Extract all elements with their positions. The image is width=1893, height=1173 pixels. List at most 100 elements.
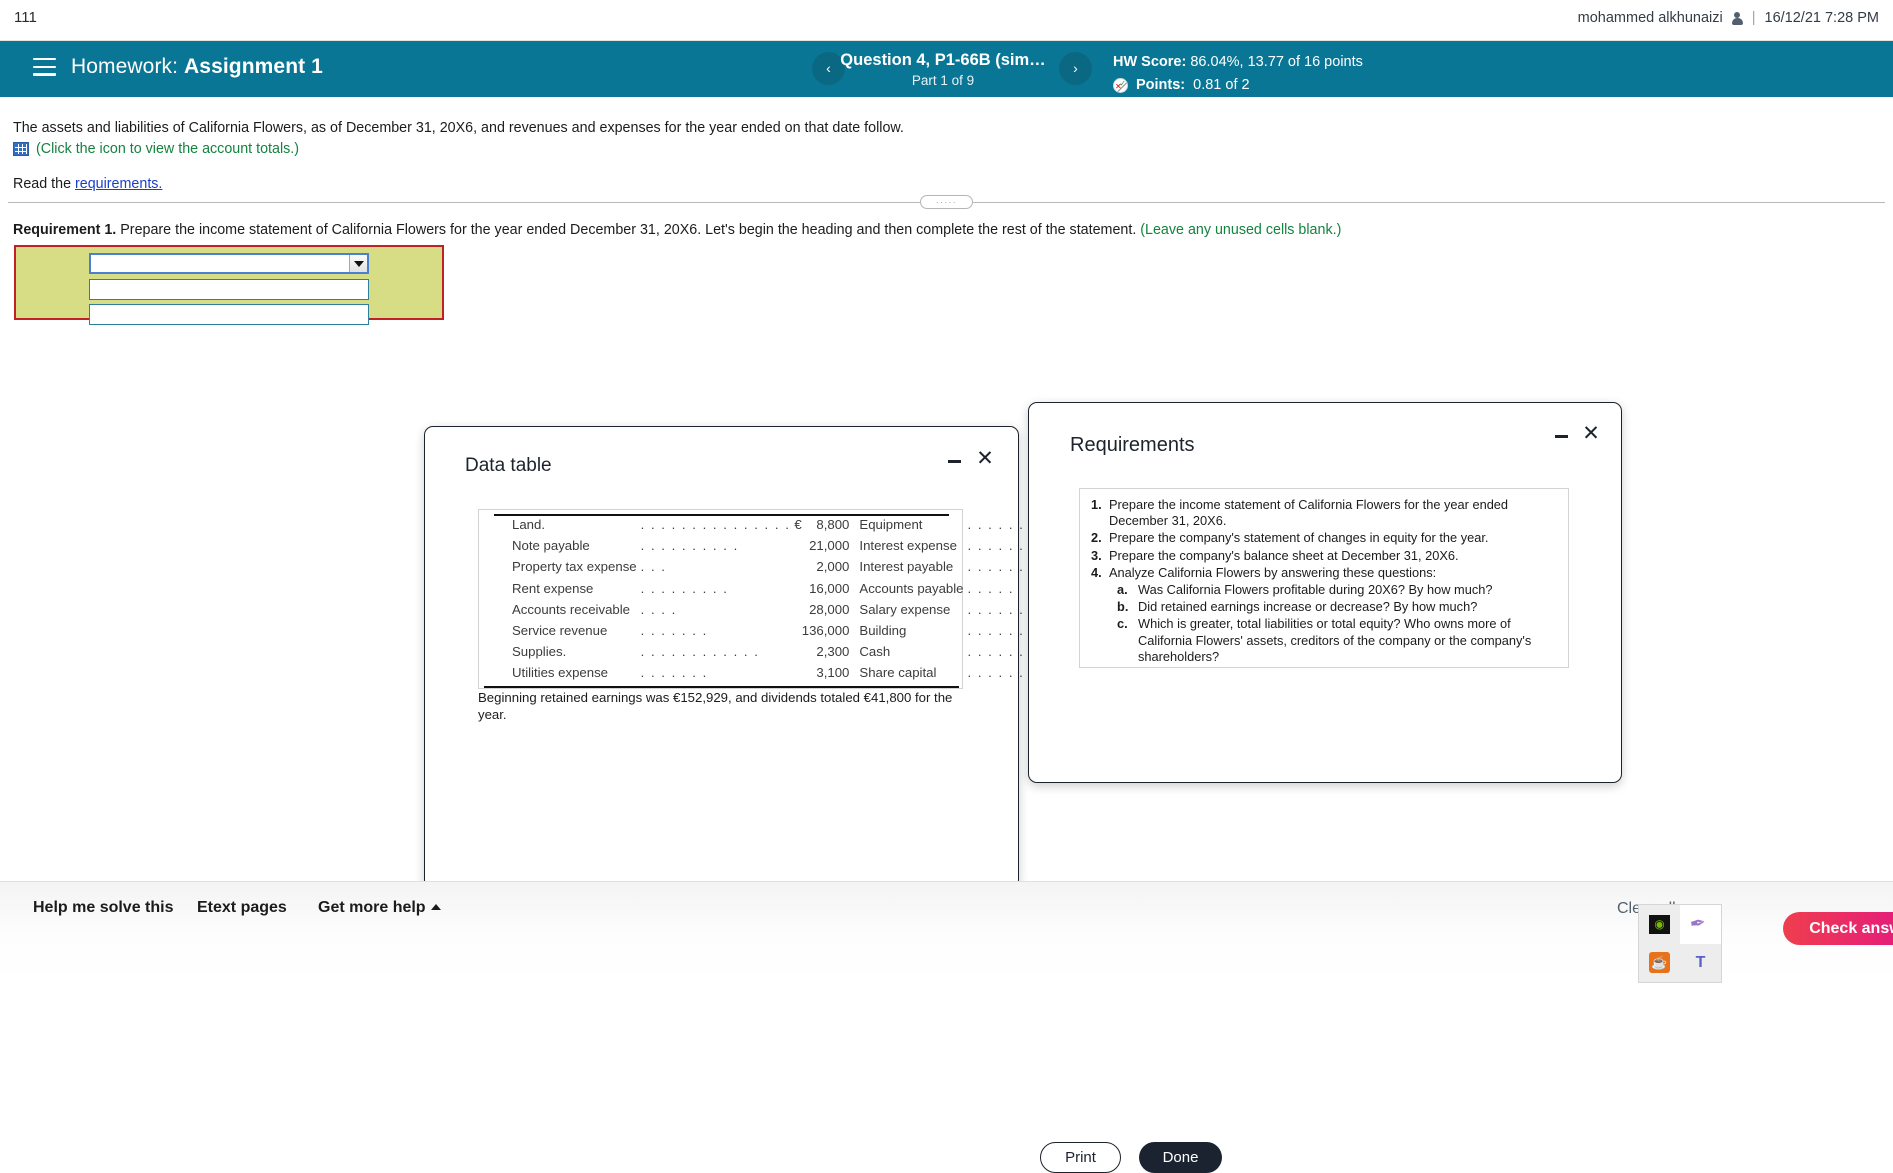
table-grid-icon[interactable] [13, 142, 29, 156]
table-cell: 2,300 [816, 644, 850, 660]
help-me-solve-this-button[interactable]: Help me solve this [33, 899, 174, 917]
splitter: ····· [0, 195, 1893, 216]
table-cell: Service revenue [512, 623, 608, 639]
requirements-link[interactable]: requirements. [75, 176, 162, 192]
table-cell: Land. [512, 517, 546, 533]
table-cell: Salary expense [859, 601, 951, 617]
read-requirements-row: Read the requirements. [13, 176, 162, 192]
table-cell: Share capital [859, 665, 937, 681]
hw-score-label: HW Score: [1113, 54, 1187, 70]
answer-entry-grid [14, 245, 444, 325]
table-cell: Note payable [512, 538, 590, 554]
question-statement: The assets and liabilities of California… [13, 120, 904, 136]
nvidia-icon[interactable]: ◉ [1639, 905, 1680, 944]
requirement-1-prompt: Requirement 1. Prepare the income statem… [13, 222, 1341, 238]
table-cell: 136,000 [801, 623, 850, 639]
table-cell: Utilities expense [512, 665, 609, 681]
app-header: Homework: Assignment 1 ‹ › Question 4, P… [0, 41, 1893, 136]
account-totals-link-row[interactable]: (Click the icon to view the account tota… [13, 141, 299, 157]
homework-label: Homework: [71, 55, 179, 78]
list-item-text: Did retained earnings increase or decrea… [1138, 599, 1478, 615]
heading-dropdown-cell[interactable] [89, 253, 369, 274]
table-cell [794, 535, 801, 556]
table-cell: 3,100 [816, 665, 850, 681]
table-cell: . . . . . . . . . . [640, 538, 739, 554]
java-icon[interactable]: ☕ [1639, 944, 1680, 983]
app-launcher-tray[interactable]: ◉ ✒ ☕ T [1638, 904, 1722, 983]
question-title: Question 4, P1-66B (sim… [840, 51, 1046, 69]
minimize-icon[interactable] [946, 453, 963, 470]
etext-pages-button[interactable]: Etext pages [197, 899, 287, 917]
table-cell: . . . . . . . [640, 665, 708, 681]
bottom-toolbar: Help me solve this Etext pages Get more … [0, 881, 1893, 981]
table-top-rule [494, 514, 949, 517]
account-area: mohammed alkhunaizi | 16/12/21 7:28 PM [1578, 10, 1879, 26]
page-number: 111 [14, 9, 37, 26]
table-cell: Supplies. [512, 644, 567, 660]
list-item: c. Which is greater, total liabilities or… [1114, 616, 1558, 665]
list-item-number: 2. [1091, 530, 1102, 546]
requirements-dialog[interactable]: Requirements ✕ 1. Prepare the income stat… [1028, 402, 1622, 783]
table-cell [794, 641, 801, 662]
account-totals-hint[interactable]: (Click the icon to view the account tota… [36, 141, 299, 157]
table-cell [794, 578, 801, 599]
score-summary: HW Score: 86.04%, 13.77 of 16 points Poi… [1113, 53, 1363, 95]
teams-icon[interactable]: T [1680, 944, 1721, 983]
list-item-letter: a. [1117, 582, 1128, 598]
table-cell: . . . . . . . [640, 623, 708, 639]
list-item-letter: b. [1117, 599, 1129, 615]
hw-score-row: HW Score: 86.04%, 13.77 of 16 points [1113, 53, 1363, 72]
question-body: The assets and liabilities of California… [0, 97, 1893, 1173]
requirements-list: 1. Prepare the income statement of Califo… [1088, 497, 1558, 665]
points-row: Points: 0.81 of 2 [1113, 76, 1363, 95]
table-cell: 2,000 [816, 559, 850, 575]
table-cell: Property tax expense [512, 559, 637, 575]
list-item-number: 4. [1091, 564, 1102, 580]
splitter-grabber[interactable]: ····· [920, 195, 973, 209]
requirement-1-hint: (Leave any unused cells blank.) [1140, 222, 1342, 238]
requirements-sublist: a. Was California Flowers profitable duri… [1114, 582, 1558, 665]
read-prefix: Read the [13, 176, 75, 192]
list-item-text: Prepare the company's balance sheet at D… [1109, 547, 1459, 563]
list-item-text: Which is greater, total liabilities or t… [1138, 616, 1532, 664]
question-part: Part 1 of 9 [911, 73, 975, 88]
list-item: 2. Prepare the company's statement of cha… [1088, 530, 1558, 546]
quill-icon[interactable]: ✒ [1680, 905, 1721, 944]
list-item-text: Prepare the income statement of Californ… [1109, 497, 1509, 529]
table-cell: Equipment [859, 517, 923, 533]
get-more-help-button[interactable]: Get more help [318, 899, 441, 917]
print-button[interactable]: Print [1040, 1142, 1121, 1173]
data-table-buttons: Print Done [1040, 1142, 1222, 1173]
chevron-up-icon [430, 904, 441, 910]
minimize-icon[interactable] [1553, 428, 1570, 445]
requirements-frame: 1. Prepare the income statement of Califo… [1079, 488, 1569, 668]
table-cell: . . . . [640, 601, 677, 617]
question-indicator: Question 4, P1-66B (sim… Part 1 of 9 [832, 51, 1054, 88]
done-button[interactable]: Done [1139, 1142, 1222, 1173]
user-name: mohammed alkhunaizi [1577, 10, 1723, 26]
close-icon[interactable]: ✕ [1581, 422, 1601, 445]
person-icon[interactable] [1731, 11, 1743, 25]
table-cell: Rent expense [512, 580, 594, 596]
heading-input-cell-2[interactable] [89, 279, 369, 300]
datetime-label: 16/12/21 7:28 PM [1764, 10, 1879, 26]
table-cell: 16,000 [809, 580, 850, 596]
table-cell: € [794, 517, 802, 533]
chevron-down-icon[interactable] [349, 255, 367, 272]
list-item-text: Prepare the company's statement of chang… [1109, 530, 1489, 546]
list-item: b. Did retained earnings increase or decr… [1114, 599, 1558, 615]
heading-input-cell-3[interactable] [89, 304, 369, 325]
table-cell: Accounts receivable [512, 601, 631, 617]
get-more-help-label: Get more help [318, 899, 426, 916]
hamburger-icon[interactable] [33, 58, 56, 77]
list-item-letter: c. [1117, 616, 1128, 632]
close-icon[interactable]: ✕ [975, 447, 995, 470]
check-answer-button[interactable]: Check answer [1783, 912, 1893, 945]
table-cell: Interest expense [859, 538, 957, 554]
list-item-text: Analyze California Flowers by answering … [1109, 564, 1437, 580]
table-cell [794, 662, 801, 683]
points-value: 0.81 of 2 [1193, 77, 1250, 93]
data-table-note: Beginning retained earnings was €152,929… [478, 690, 953, 722]
data-table-dialog[interactable]: Data table ✕ Land. . . . . . . . . . . . … [424, 426, 1222, 1173]
next-question-button[interactable]: › [1059, 52, 1092, 85]
